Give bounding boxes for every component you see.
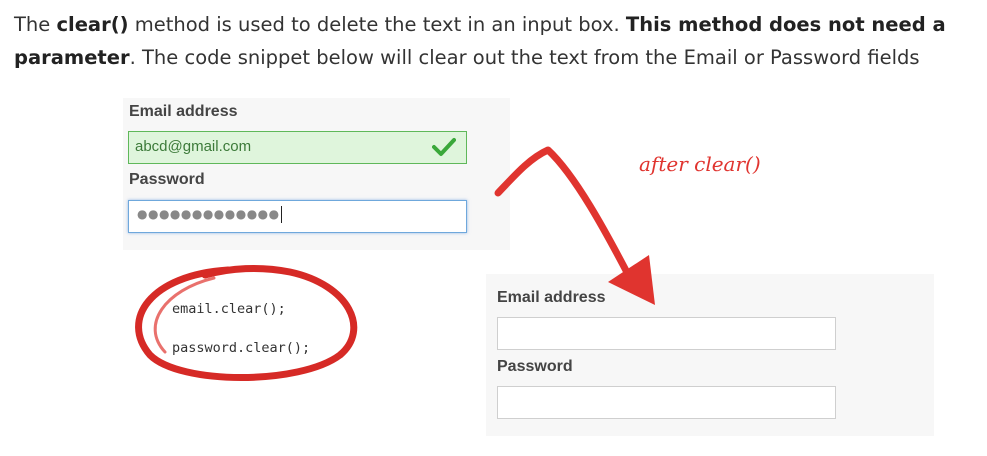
login-form-after: Email address Password xyxy=(486,274,934,436)
circle-highlight xyxy=(135,264,358,381)
text-caret xyxy=(280,206,282,223)
password-field-empty[interactable] xyxy=(497,386,836,419)
email-label-after: Email address xyxy=(497,289,606,306)
after-clear-annotation: after clear() xyxy=(639,152,761,176)
intro-text-3: . The code snippet below will clear out … xyxy=(129,46,920,69)
password-label: Password xyxy=(129,171,205,188)
password-field-masked: ●●●●●●●●●●●●● xyxy=(137,206,282,223)
email-label: Email address xyxy=(129,103,238,120)
password-label-after: Password xyxy=(497,358,573,375)
email-field-value: abcd@gmail.com xyxy=(135,138,252,155)
check-icon xyxy=(432,138,456,156)
intro-method-name: clear() xyxy=(56,13,129,36)
code-line-email-clear: email.clear(); xyxy=(172,301,286,317)
password-dots: ●●●●●●●●●●●●● xyxy=(137,207,280,221)
intro-text-1: The xyxy=(14,13,57,36)
password-field-filled[interactable]: ●●●●●●●●●●●●● xyxy=(128,200,467,233)
login-form-before: Email address abcd@gmail.com Password ●●… xyxy=(123,98,510,250)
intro-text-2: method is used to delete the text in an … xyxy=(128,13,626,36)
email-field-empty[interactable] xyxy=(497,317,836,350)
email-field-filled[interactable]: abcd@gmail.com xyxy=(128,131,467,164)
intro-paragraph: The clear() method is used to delete the… xyxy=(14,8,979,74)
code-line-password-clear: password.clear(); xyxy=(172,340,311,356)
